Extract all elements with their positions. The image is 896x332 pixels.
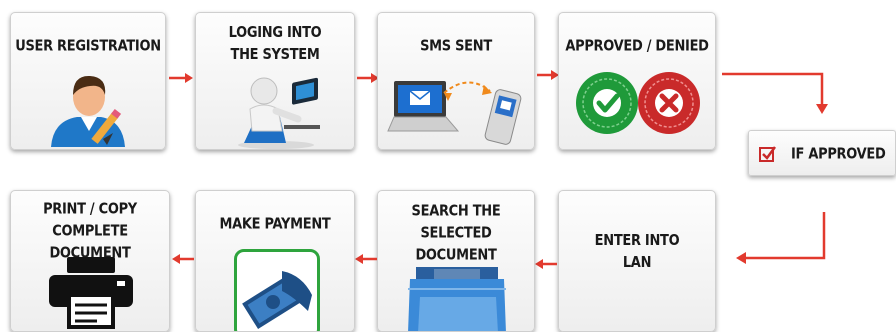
- step-enter-into-lan: ENTER INTO LAN: [558, 190, 716, 332]
- arrow-left-icon: [355, 254, 377, 264]
- elbow-arrow-left-icon: [736, 212, 826, 264]
- step-label: USER REGISTRATION: [15, 37, 161, 56]
- step-make-payment: MAKE PAYMENT: [195, 190, 355, 332]
- laptop-phone-sms-icon: [387, 81, 522, 145]
- elbow-arrow-down-icon: [722, 72, 828, 114]
- step-label: APPROVED / DENIED: [565, 37, 709, 56]
- step-label: LOGING INTO THE SYSTEM: [228, 24, 322, 64]
- step-label: MAKE PAYMENT: [219, 215, 331, 234]
- documents-folder-icon: [408, 267, 506, 331]
- approved-denied-seals-icon: [576, 72, 700, 134]
- printer-icon: [49, 257, 133, 329]
- step-search-document: SEARCH THE SELECTED DOCUMENT: [377, 190, 535, 332]
- money-payment-icon: [242, 271, 312, 330]
- if-approved-label: IF APPROVED: [791, 145, 886, 164]
- step-print-copy: PRINT / COPY COMPLETE DOCUMENT: [10, 190, 170, 332]
- person-at-computer-icon: [238, 77, 320, 149]
- step-label: ENTER INTO LAN: [594, 232, 680, 272]
- step-label: SEARCH THE SELECTED DOCUMENT: [411, 203, 501, 264]
- arrow-left-icon: [535, 259, 557, 269]
- step-user-registration: USER REGISTRATION: [10, 12, 166, 150]
- checkbox-icon: [759, 146, 777, 162]
- step-approved-denied: APPROVED / DENIED: [558, 12, 716, 150]
- user-with-pencil-icon: [51, 75, 125, 147]
- step-loging-into-system: LOGING INTO THE SYSTEM: [195, 12, 355, 150]
- step-sms-sent: SMS SENT: [377, 12, 535, 150]
- arrow-left-icon: [172, 254, 194, 264]
- if-approved-box: IF APPROVED: [748, 130, 896, 176]
- step-label: SMS SENT: [420, 37, 492, 56]
- arrow-right-icon: [169, 73, 193, 83]
